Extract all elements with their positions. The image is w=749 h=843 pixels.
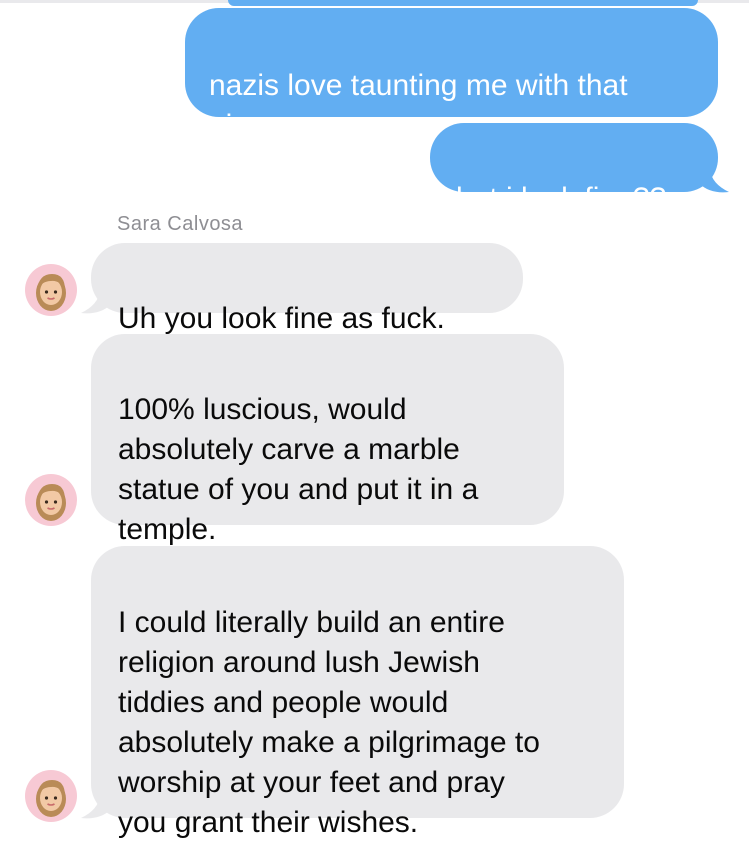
memoji-avatar-icon[interactable] [25,770,77,822]
sender-name-label: Sara Calvosa [117,213,244,235]
incoming-message-bubble[interactable]: 100% luscious, would absolutely carve a … [91,334,564,546]
outgoing-bubble-tail [700,170,729,193]
message-text: but i look fine?? [456,182,667,215]
memoji-avatar-icon[interactable] [25,264,77,316]
incoming-bubble-tail [81,796,110,819]
outgoing-message-bubble[interactable]: nazis love taunting me with that pic [185,8,718,142]
incoming-message-bubble[interactable]: I could literally build an entire religi… [91,546,624,839]
message-text: I could literally build an entire religi… [118,606,540,839]
previous-message-bubble-edge [228,0,698,6]
message-text: Uh you look fine as fuck. [118,302,445,335]
incoming-bubble-tail [81,291,110,314]
incoming-message-bubble[interactable]: Uh you look fine as fuck. [91,243,523,335]
message-text: 100% luscious, would absolutely carve a … [118,393,479,546]
memoji-avatar-icon[interactable] [25,474,77,526]
outgoing-message-bubble[interactable]: but i look fine?? [430,123,718,215]
